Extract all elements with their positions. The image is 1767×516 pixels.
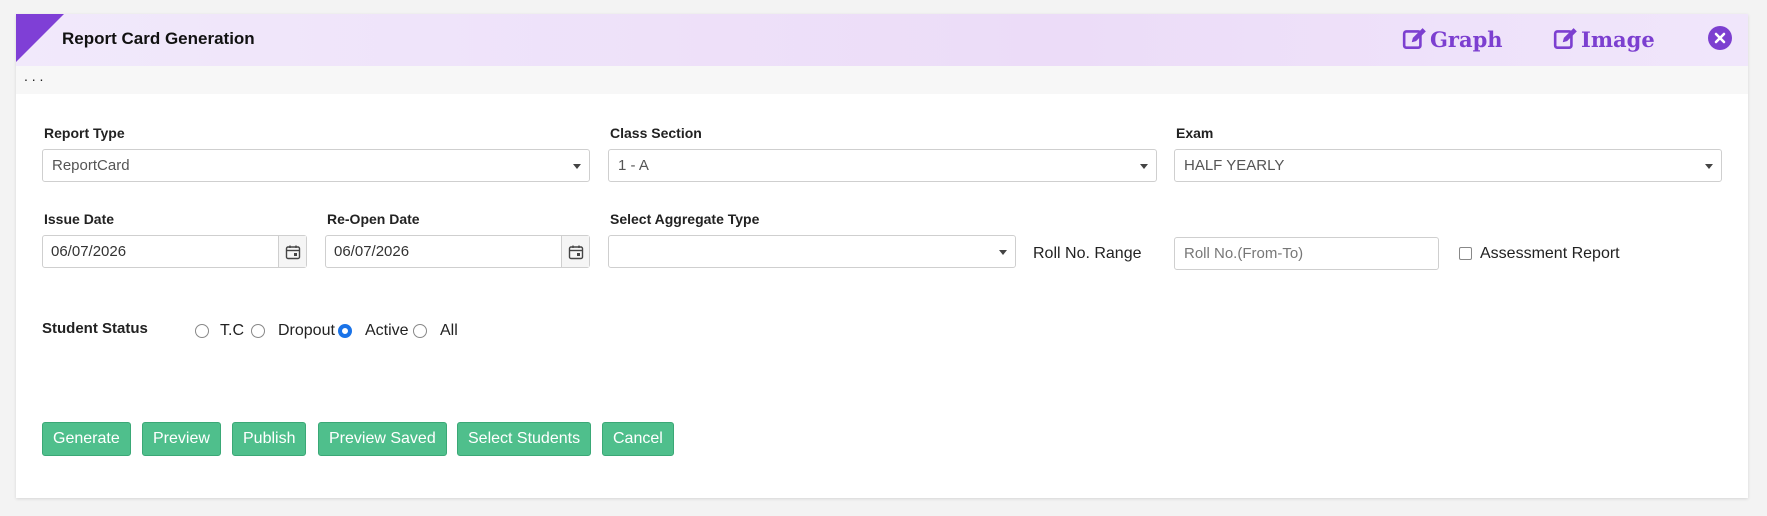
image-link-label: Image <box>1581 26 1655 52</box>
roll-range-input[interactable] <box>1174 237 1439 270</box>
sub-toolbar: . . . <box>16 66 1748 94</box>
image-link[interactable]: Image <box>1553 26 1655 52</box>
aggregate-type-label: Select Aggregate Type <box>610 211 760 227</box>
graph-link-label: Graph <box>1430 26 1503 52</box>
aggregate-type-select[interactable] <box>608 235 1016 268</box>
exam-value: HALF YEARLY <box>1184 157 1285 174</box>
assessment-report-checkbox[interactable] <box>1459 247 1472 260</box>
generate-button[interactable]: Generate <box>42 422 131 456</box>
header-corner-decoration <box>16 14 64 62</box>
status-radio-active-label: Active <box>365 322 409 339</box>
page-title: Report Card Generation <box>62 29 255 48</box>
status-radio-all[interactable] <box>413 324 427 338</box>
caret-down-icon <box>999 250 1007 255</box>
exam-select[interactable]: HALF YEARLY <box>1174 149 1722 182</box>
close-button[interactable] <box>1708 26 1732 50</box>
close-circle-icon <box>1714 32 1726 44</box>
report-type-label: Report Type <box>44 125 125 141</box>
report-type-value: ReportCard <box>52 157 130 174</box>
preview-button[interactable]: Preview <box>142 422 221 456</box>
graph-link[interactable]: Graph <box>1402 26 1503 52</box>
student-status-label: Student Status <box>42 320 148 337</box>
preview-saved-button[interactable]: Preview Saved <box>318 422 447 456</box>
reopen-date-label: Re-Open Date <box>327 211 420 227</box>
issue-date-field <box>42 235 307 268</box>
caret-down-icon <box>1705 164 1713 169</box>
reopen-date-input[interactable] <box>334 243 534 260</box>
edit-icon <box>1402 28 1426 49</box>
publish-button[interactable]: Publish <box>232 422 307 456</box>
status-radio-active[interactable] <box>338 324 352 338</box>
roll-range-label: Roll No. Range <box>1033 245 1142 262</box>
issue-date-picker-button[interactable] <box>278 236 306 267</box>
report-type-select[interactable]: ReportCard <box>42 149 590 182</box>
issue-date-input[interactable] <box>51 243 251 260</box>
status-radio-all-label: All <box>440 322 458 339</box>
caret-down-icon <box>1140 164 1148 169</box>
class-section-label: Class Section <box>610 125 702 141</box>
panel-header: Report Card Generation Graph Image <box>16 14 1748 66</box>
status-radio-tc[interactable] <box>195 324 209 338</box>
exam-label: Exam <box>1176 125 1214 141</box>
status-radio-dropout-label: Dropout <box>278 322 335 339</box>
calendar-icon <box>568 245 583 259</box>
status-radio-dropout[interactable] <box>251 324 265 338</box>
class-section-value: 1 - A <box>618 157 649 174</box>
edit-icon <box>1553 28 1577 49</box>
cancel-button[interactable]: Cancel <box>602 422 674 456</box>
assessment-report-label: Assessment Report <box>1480 245 1620 262</box>
issue-date-label: Issue Date <box>44 211 115 227</box>
select-students-button[interactable]: Select Students <box>457 422 592 456</box>
reopen-date-field <box>325 235 590 268</box>
caret-down-icon <box>573 164 581 169</box>
ellipsis-dots: . . . <box>24 68 44 84</box>
reopen-date-picker-button[interactable] <box>561 236 589 267</box>
status-radio-tc-label: T.C <box>220 322 244 339</box>
calendar-icon <box>285 245 300 259</box>
class-section-select[interactable]: 1 - A <box>608 149 1157 182</box>
